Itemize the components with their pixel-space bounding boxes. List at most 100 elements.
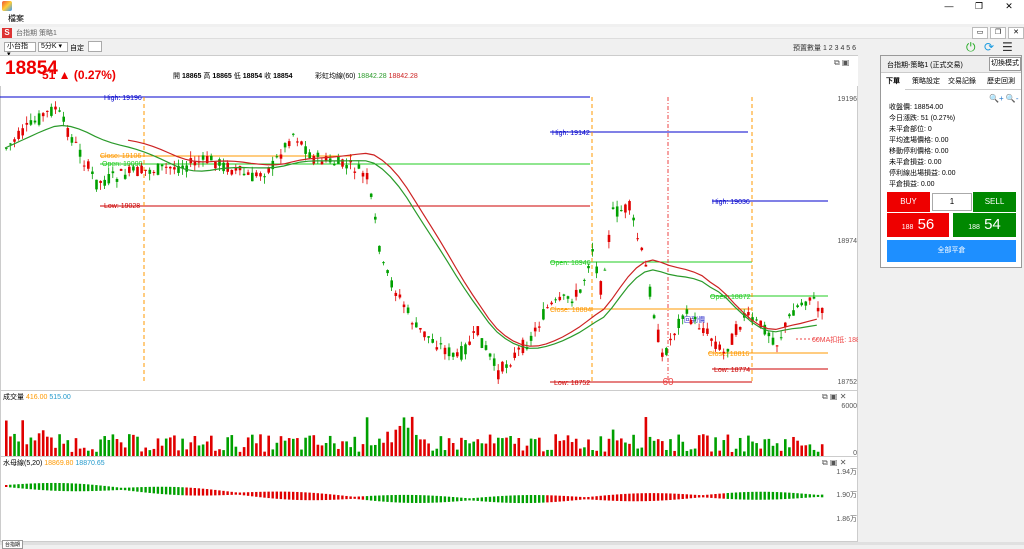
candle-body bbox=[615, 206, 619, 217]
price-bar bbox=[0, 56, 858, 86]
volume-bar bbox=[333, 443, 336, 456]
osc-bar bbox=[181, 487, 184, 496]
volume-bar bbox=[435, 448, 439, 456]
buy-button[interactable]: 188 56 bbox=[887, 213, 949, 237]
osc-bar bbox=[820, 494, 824, 498]
order-panel: 台指期-策略1 (正式交易) 切換模式 下單 策略設定 交易記錄 歷史回測 🔍+… bbox=[880, 55, 1022, 268]
volume-bar bbox=[661, 441, 664, 456]
osc-bar bbox=[525, 495, 529, 504]
subwindow-title: S 台指期 策略1 bbox=[0, 27, 1024, 39]
candle-body bbox=[46, 110, 49, 112]
osc-bar bbox=[41, 483, 45, 491]
custom-label: 自定 bbox=[70, 45, 84, 52]
osc-bar bbox=[13, 484, 16, 488]
volume-bar bbox=[369, 445, 373, 456]
power-icon[interactable]: ⏻ bbox=[966, 40, 976, 55]
volume-bar bbox=[423, 439, 426, 456]
close-all-button[interactable]: 全部平倉 bbox=[887, 240, 1016, 262]
osc-bar bbox=[468, 498, 471, 501]
volume-bar bbox=[747, 435, 750, 456]
osc-bar bbox=[570, 496, 574, 501]
candle-body bbox=[579, 289, 582, 293]
osc-bar bbox=[624, 493, 627, 502]
osc-bar bbox=[476, 497, 479, 501]
volume-bar bbox=[283, 440, 287, 456]
candle-body bbox=[419, 327, 422, 330]
candle-body bbox=[91, 171, 94, 175]
volume-bar bbox=[804, 445, 808, 456]
volume-bar bbox=[656, 439, 660, 456]
candle-body bbox=[439, 343, 443, 345]
candle-body bbox=[111, 171, 115, 174]
minimize-button[interactable]: — bbox=[934, 0, 964, 12]
candle-body bbox=[287, 141, 291, 147]
osc-bar bbox=[681, 494, 684, 500]
menu-bar: 檔案 bbox=[0, 12, 1024, 24]
osc-bar bbox=[505, 495, 508, 503]
osc-bar bbox=[46, 483, 49, 491]
osc-bar bbox=[287, 491, 291, 500]
candle-body bbox=[464, 344, 467, 355]
product-select[interactable]: 小台指 ▾ bbox=[4, 42, 36, 58]
sub-close-button[interactable]: ✕ bbox=[1008, 27, 1024, 39]
tab-strategy[interactable]: 策略設定 bbox=[909, 73, 943, 90]
maximize-button[interactable]: ❐ bbox=[964, 0, 994, 12]
switch-mode-button[interactable]: 切換模式 bbox=[989, 57, 1021, 71]
sub-restore-button[interactable]: ❐ bbox=[990, 27, 1006, 39]
osc-bar bbox=[173, 486, 176, 495]
candle-body bbox=[164, 166, 168, 168]
osc-bar bbox=[386, 495, 389, 502]
candle-body bbox=[33, 120, 37, 123]
volume-bar bbox=[128, 434, 131, 456]
volume-bar bbox=[234, 446, 238, 456]
volume-bar bbox=[792, 436, 795, 456]
candle-body bbox=[333, 164, 336, 166]
sell-button[interactable]: 188 54 bbox=[953, 213, 1016, 237]
candle-body bbox=[628, 201, 631, 211]
candle-body bbox=[640, 247, 644, 251]
osc-bar bbox=[792, 492, 795, 499]
pane-settings-icon[interactable]: ⧉ ▣ bbox=[834, 58, 850, 68]
osc-bar bbox=[21, 483, 24, 489]
preset-quantity[interactable]: 預置數量 1 2 3 4 5 6 bbox=[793, 43, 856, 53]
candle-body bbox=[115, 178, 119, 182]
osc-bar bbox=[279, 491, 283, 500]
zoom-icon[interactable]: 🔍+ 🔍- bbox=[989, 94, 1018, 103]
candle-body bbox=[25, 122, 29, 125]
volume-bar bbox=[419, 439, 422, 456]
osc-bar bbox=[788, 492, 791, 499]
tab-order[interactable]: 下單 bbox=[881, 73, 905, 90]
menu-file[interactable]: 檔案 bbox=[8, 13, 24, 24]
osc-bar bbox=[804, 493, 807, 498]
volume-bar bbox=[308, 435, 311, 456]
tab-backtest[interactable]: 歷史回測 bbox=[983, 73, 1019, 90]
volume-bar bbox=[123, 447, 127, 456]
candle-body bbox=[497, 370, 500, 380]
osc-bar bbox=[353, 496, 356, 499]
volume-bar bbox=[201, 444, 205, 456]
tab-trades[interactable]: 交易記錄 bbox=[945, 73, 979, 90]
volume-bar bbox=[677, 434, 680, 456]
candle-body bbox=[492, 358, 496, 366]
osc-bar bbox=[103, 485, 106, 491]
custom-input[interactable] bbox=[88, 41, 102, 52]
list-icon[interactable]: ☰ bbox=[1002, 40, 1013, 54]
period-select[interactable]: 5分K ▾ bbox=[38, 42, 68, 52]
candle-body bbox=[156, 163, 160, 175]
toolbar: 小台指 ▾ 5分K ▾ 自定 預置數量 1 2 3 4 5 6 bbox=[0, 40, 1024, 58]
quantity-input[interactable]: 1 bbox=[932, 193, 972, 211]
refresh-icon[interactable]: ⟳ bbox=[984, 40, 994, 54]
osc-bar bbox=[812, 494, 816, 498]
buy-label[interactable]: BUY bbox=[887, 192, 930, 212]
candle-body bbox=[529, 335, 533, 341]
candle-body bbox=[755, 319, 758, 321]
volume-bar bbox=[525, 445, 529, 456]
candle-body bbox=[562, 294, 566, 296]
volume-bar bbox=[115, 439, 119, 456]
candle-body bbox=[665, 348, 668, 355]
sub-minimize-button[interactable]: ▭ bbox=[972, 27, 988, 39]
sell-label[interactable]: SELL bbox=[973, 192, 1016, 212]
close-button[interactable]: ✕ bbox=[994, 0, 1024, 12]
volume-bar bbox=[640, 447, 644, 456]
osc-bar bbox=[29, 483, 32, 490]
